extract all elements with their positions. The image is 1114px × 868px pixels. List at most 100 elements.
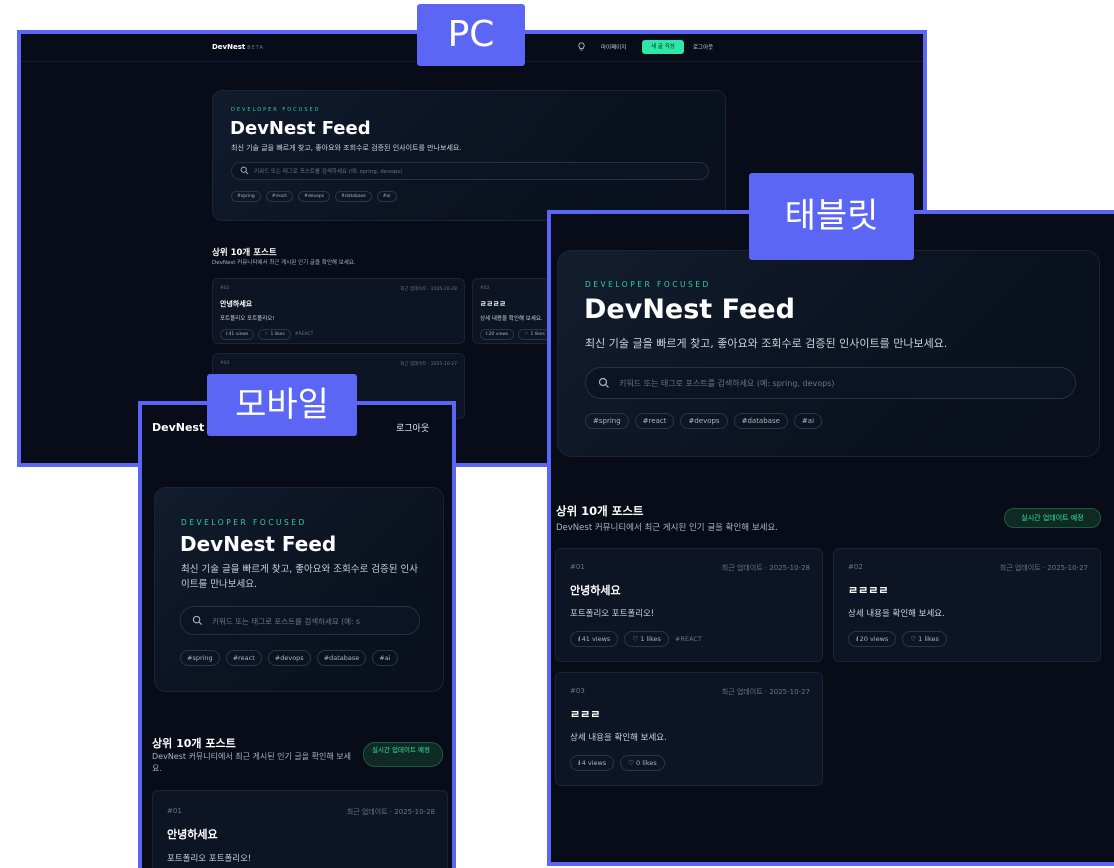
tag-chips: #spring #react #devops #database #ai <box>180 650 398 666</box>
post-card[interactable]: #01 최근 업데이트 · 2025-10-28 안녕하세요 포트폴리오 포트폴… <box>212 278 465 344</box>
views-pill: ıl 20 views <box>848 631 897 647</box>
views-icon: ıl <box>578 635 580 643</box>
post-desc: 포트폴리오 포트폴리오! <box>570 609 655 619</box>
responsive-showcase: DevNest BETA 마이페이지 새 글 작성 로그아웃 DEVELOPER … <box>0 0 1114 868</box>
tag-chip[interactable]: #spring <box>231 191 261 202</box>
search-input[interactable]: 키워드 또는 태그로 포스트를 검색하세요 (예: spring, devops… <box>585 367 1076 399</box>
tag-chips: #spring #react #devops #database #ai <box>585 413 823 429</box>
post-title[interactable]: 안녕하세요 <box>570 582 621 598</box>
tag-chip[interactable]: #database <box>316 650 367 666</box>
post-rank: #01 <box>570 563 585 571</box>
mobile-frame: DevNest 로그아웃 DEVELOPER FOCUSED DevNest F… <box>138 401 456 868</box>
likes-pill[interactable]: ♡ 1 likes <box>258 329 291 340</box>
hero-subtitle: 최신 기술 글을 빠르게 찾고, 좋아요와 조회수로 검증된 인사이트를 만나보… <box>585 337 948 350</box>
search-icon <box>192 615 203 626</box>
section-subtitle: DevNest 커뮤니티에서 최근 게시된 인기 글을 확인해 보세요. <box>556 523 778 533</box>
heart-icon: ♡ <box>628 759 635 767</box>
likes-pill[interactable]: ♡ 1 likes <box>624 631 669 647</box>
search-placeholder: 키워드 또는 태그로 포스트를 검색하세요 (예: spring, devops… <box>619 379 835 388</box>
post-date: 최근 업데이트 · 2025-10-28 <box>400 287 457 292</box>
post-date: 최근 업데이트 · 2025-10-28 <box>721 564 810 572</box>
likes-pill[interactable]: ♡ 0 likes <box>620 755 665 771</box>
tag-chip[interactable]: #devops <box>680 413 728 429</box>
tag-chip[interactable]: #ai <box>372 650 398 666</box>
tag-chip[interactable]: #react <box>634 413 675 429</box>
post-tag[interactable]: #REACT <box>295 332 314 337</box>
post-rank: #01 <box>220 286 230 291</box>
views-icon: ıl <box>578 759 580 767</box>
post-stats: ıl 20 views ♡ 1 likes <box>848 631 947 647</box>
heart-icon: ♡ <box>910 635 917 643</box>
section-title: 상위 10개 포스트 <box>152 737 236 750</box>
post-stats: ıl 41 views ♡ 1 likes #REACT <box>220 329 313 340</box>
brand-logo[interactable]: DevNest <box>152 421 204 434</box>
tag-chip[interactable]: #devops <box>267 650 311 666</box>
mobile-label: 모바일 <box>207 374 357 436</box>
search-input[interactable]: 키워드 또는 태그로 포스트를 검색하세요 (예: s <box>180 606 420 635</box>
hero-title: DevNest Feed <box>230 118 371 139</box>
views-pill: ıl 4 views <box>570 755 615 771</box>
post-title[interactable]: ㄹㄹㄹㄹ <box>848 582 888 598</box>
post-date: 최근 업데이트 · 2025-10-28 <box>346 808 435 816</box>
section-subtitle: DevNest 커뮤니티에서 최근 게시된 인기 글을 확인해 보세요. <box>212 260 356 266</box>
post-stats: ıl 4 views ♡ 0 likes <box>570 755 665 771</box>
views-icon: ıl <box>226 332 227 337</box>
views-icon: ıl <box>856 635 858 643</box>
tag-chip[interactable]: #database <box>733 413 788 429</box>
logout-link[interactable]: 로그아웃 <box>693 43 713 51</box>
heart-icon: ♡ <box>632 635 639 643</box>
post-date: 최근 업데이트 · 2025-10-27 <box>400 362 457 367</box>
bulb-icon[interactable] <box>577 42 586 52</box>
search-icon <box>240 166 249 175</box>
search-icon <box>598 377 609 388</box>
post-desc: 상세 내용을 확인해 보세요. <box>480 316 543 322</box>
post-rank: #02 <box>480 286 490 291</box>
hero-eyebrow: DEVELOPER FOCUSED <box>181 518 307 527</box>
hero-panel: DEVELOPER FOCUSED DevNest Feed 최신 기술 글을 … <box>154 487 444 692</box>
post-card[interactable]: #01 최근 업데이트 · 2025-10-28 안녕하세요 포트폴리오 포트폴… <box>152 790 448 868</box>
hero-panel: DEVELOPER FOCUSED DevNest Feed 최신 기술 글을 … <box>557 250 1100 457</box>
heart-icon: ♡ <box>524 332 529 337</box>
tag-chip[interactable]: #react <box>265 191 294 202</box>
mypage-link[interactable]: 마이페이지 <box>601 43 626 51</box>
section-title: 상위 10개 포스트 <box>556 504 644 518</box>
search-placeholder: 키워드 또는 태그로 포스트를 검색하세요 (예: s <box>212 617 360 626</box>
post-desc: 상세 내용을 확인해 보세요. <box>848 609 945 619</box>
tablet-frame: DEVELOPER FOCUSED DevNest Feed 최신 기술 글을 … <box>547 210 1114 866</box>
realtime-badge: 실시간 업데이트 예정 <box>1004 508 1101 528</box>
post-card[interactable]: #02 최근 업데이트 · 2025-10-27 ㄹㄹㄹㄹ 상세 내용을 확인해… <box>833 548 1101 662</box>
beta-badge: BETA <box>247 45 264 51</box>
heart-icon: ♡ <box>264 332 269 337</box>
post-title[interactable]: ㄹㄹㄹㄹ <box>480 299 506 309</box>
post-rank: #02 <box>848 563 863 571</box>
post-title[interactable]: 안녕하세요 <box>167 826 218 842</box>
post-desc: 포트폴리오 포트폴리오! <box>167 854 252 864</box>
post-card[interactable]: #03 최근 업데이트 · 2025-10-27 ㄹㄹㄹ 상세 내용을 확인해 … <box>555 672 823 786</box>
tag-chip[interactable]: #ai <box>793 413 823 429</box>
likes-pill[interactable]: ♡ 1 likes <box>518 329 551 340</box>
write-button[interactable]: 새 글 작성 <box>642 40 684 54</box>
tag-chip[interactable]: #react <box>225 650 262 666</box>
search-input[interactable]: 키워드 또는 태그로 포스트를 검색하세요 (예: spring, devops… <box>231 162 709 180</box>
likes-pill[interactable]: ♡ 1 likes <box>902 631 947 647</box>
tag-chip[interactable]: #ai <box>376 191 397 202</box>
search-placeholder: 키워드 또는 태그로 포스트를 검색하세요 (예: spring, devops… <box>254 169 403 175</box>
post-title[interactable]: 안녕하세요 <box>220 299 252 309</box>
pc-label: PC <box>417 4 525 66</box>
tag-chip[interactable]: #spring <box>585 413 629 429</box>
post-rank: #03 <box>220 361 230 366</box>
post-stats: ıl 20 views ♡ 1 likes <box>480 329 551 340</box>
logout-link[interactable]: 로그아웃 <box>396 421 429 434</box>
tag-chip[interactable]: #devops <box>298 191 331 202</box>
brand-logo[interactable]: DevNest BETA <box>212 43 264 51</box>
hero-title: DevNest Feed <box>584 294 795 325</box>
post-title[interactable]: ㄹㄹㄹ <box>570 706 600 722</box>
hero-eyebrow: DEVELOPER FOCUSED <box>231 107 321 113</box>
hero-eyebrow: DEVELOPER FOCUSED <box>585 280 711 289</box>
post-card[interactable]: #01 최근 업데이트 · 2025-10-28 안녕하세요 포트폴리오 포트폴… <box>555 548 823 662</box>
tag-chip[interactable]: #database <box>335 191 372 202</box>
tag-chip[interactable]: #spring <box>180 650 220 666</box>
views-pill: ıl 20 views <box>480 329 515 340</box>
views-icon: ıl <box>486 332 487 337</box>
post-tag[interactable]: #REACT <box>675 635 702 643</box>
